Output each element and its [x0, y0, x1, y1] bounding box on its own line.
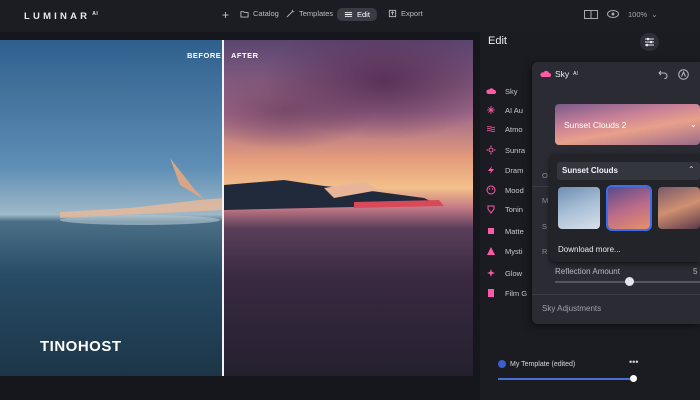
split-view-icon: [584, 10, 598, 19]
cloud-icon: [540, 70, 551, 77]
sky-panel-title: Sky: [555, 69, 570, 79]
tool-item-matte[interactable]: Matte: [486, 226, 536, 236]
after-image: AFTER: [224, 40, 473, 376]
sun-icon: [486, 145, 496, 155]
edit-panel-title: Edit: [488, 35, 507, 47]
export-icon: [388, 9, 397, 18]
updown-chevron-icon: ⌃: [688, 165, 695, 174]
download-more-link[interactable]: Download more...: [558, 245, 621, 254]
reflection-slider-thumb[interactable]: [625, 277, 634, 286]
tool-label: Mysti: [505, 246, 523, 256]
tool-label: Sky: [505, 86, 518, 96]
export-label: Export: [401, 9, 423, 18]
tool-item-tonin[interactable]: Tonin: [486, 204, 536, 214]
undo-icon[interactable]: [658, 69, 668, 79]
app-logo: LUMINAR AI: [24, 11, 99, 23]
template-amount-slider-thumb[interactable]: [630, 375, 637, 382]
tool-label: Film G: [505, 288, 528, 298]
template-more-button[interactable]: •••: [629, 357, 638, 367]
sliders-icon: [645, 37, 654, 47]
triangle-icon: [487, 247, 495, 255]
glow-icon: [487, 269, 495, 277]
templates-label: Templates: [299, 9, 334, 18]
sky-thumbnail[interactable]: [558, 187, 600, 229]
hidden-control-label: S: [542, 222, 548, 231]
woman-on-surfboard-before: [60, 158, 223, 225]
sky-panel-header: Sky AI: [540, 69, 578, 79]
sparkle-icon: [487, 106, 495, 114]
film-icon: [488, 289, 494, 297]
reflection-amount-label: Reflection Amount: [555, 267, 620, 276]
tool-item-sunra[interactable]: Sunra: [486, 145, 536, 155]
sky-adjustments-section[interactable]: Sky Adjustments: [542, 304, 601, 313]
reflection-amount-value: 5: [693, 267, 698, 276]
tool-label: Tonin: [505, 204, 523, 214]
adjustments-button[interactable]: [640, 33, 659, 51]
templates-tab[interactable]: Templates: [286, 9, 333, 18]
hidden-control-label: R: [542, 247, 548, 256]
tool-label: Sunra: [505, 145, 526, 155]
tool-item-sky[interactable]: Sky: [486, 86, 536, 96]
sky-category-label: Sunset Clouds: [562, 166, 619, 175]
watermark-logo: TINOHOST: [40, 338, 122, 355]
tool-item-film-g[interactable]: Film G: [486, 288, 536, 298]
chevron-down-icon: ⌄: [690, 120, 697, 129]
tool-label: Atmo: [505, 124, 523, 134]
tool-label: Glow: [505, 268, 523, 278]
sliders-icon: [344, 12, 353, 17]
catalog-tab[interactable]: Catalog: [240, 9, 279, 18]
template-name: My Template (edited): [510, 360, 576, 368]
lightning-icon: [488, 166, 494, 174]
sky-thumbnail[interactable]: [658, 187, 700, 229]
ai-badge: AI: [573, 71, 578, 77]
selected-sky-label: Sunset Clouds 2: [564, 120, 627, 130]
export-tab[interactable]: Export: [388, 9, 423, 18]
ai-toggle-icon[interactable]: [678, 69, 689, 80]
divider: [532, 294, 700, 295]
zoom-select[interactable]: 100% ⌄: [628, 10, 657, 19]
eye-icon: [607, 10, 619, 18]
woman-on-surfboard-after: [224, 180, 444, 210]
edit-tab[interactable]: Edit: [337, 8, 377, 21]
cloud-icon: [486, 88, 496, 94]
edit-label: Edit: [357, 10, 370, 19]
chevron-down-icon: ⌄: [651, 10, 658, 19]
photo-canvas[interactable]: BEFORE TINOHOST AFTER: [0, 40, 473, 376]
tool-item-ai-au[interactable]: AI Au: [486, 105, 536, 115]
catalog-label: Catalog: [253, 9, 279, 18]
tool-item-glow[interactable]: Glow: [486, 268, 536, 278]
before-image: BEFORE TINOHOST: [0, 40, 223, 376]
tool-item-atmo[interactable]: Atmo: [486, 124, 536, 134]
folder-icon: [240, 11, 249, 18]
tool-item-mysti[interactable]: Mysti: [486, 246, 536, 256]
compare-divider-handle[interactable]: [222, 40, 224, 376]
waves-icon: [486, 126, 496, 132]
tool-label: Matte: [505, 226, 524, 236]
zoom-value: 100%: [628, 10, 648, 19]
preview-toggle[interactable]: [607, 10, 619, 18]
add-button[interactable]: +: [222, 8, 229, 22]
template-amount-slider[interactable]: [498, 378, 634, 380]
after-label: AFTER: [231, 51, 259, 60]
tool-item-dram[interactable]: Dram: [486, 165, 536, 175]
square-icon: [488, 228, 494, 234]
hidden-control-label: M: [542, 196, 549, 205]
compare-toggle[interactable]: [584, 10, 598, 19]
palette-icon: [487, 205, 495, 214]
hidden-control-label: O: [542, 171, 548, 180]
template-icon: [498, 360, 506, 368]
tool-item-mood[interactable]: Mood: [486, 185, 536, 195]
magic-wand-icon: [286, 9, 295, 18]
sky-thumbnail-selected[interactable]: [608, 187, 650, 229]
tool-label: AI Au: [505, 105, 523, 115]
template-item[interactable]: My Template (edited): [498, 360, 575, 368]
tool-label: Dram: [505, 165, 524, 175]
tool-label: Mood: [505, 185, 524, 195]
theater-icon: [486, 185, 496, 195]
before-label: BEFORE: [187, 51, 222, 60]
